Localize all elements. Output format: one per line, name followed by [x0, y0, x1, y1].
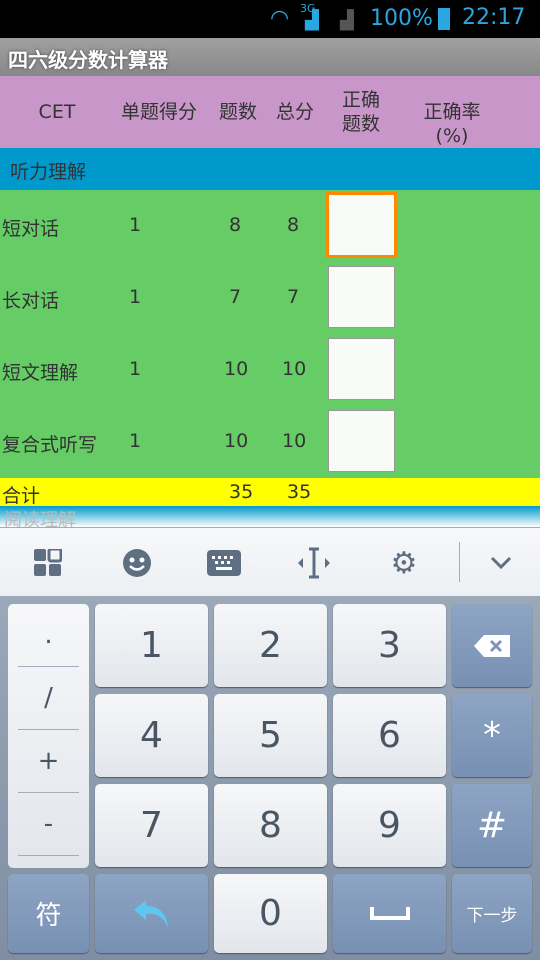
settings-icon[interactable]: ⚙: [387, 546, 421, 581]
chevron-down-icon[interactable]: [484, 546, 518, 580]
key-hash[interactable]: #: [452, 784, 532, 867]
row-total: 10: [282, 358, 307, 380]
cursor-move-icon[interactable]: [297, 546, 331, 580]
table-row: 长对话 1 7 7: [0, 262, 540, 334]
signal-off-icon: ▟: [340, 10, 354, 31]
key-minus[interactable]: -: [18, 793, 79, 856]
key-5[interactable]: 5: [214, 694, 327, 777]
correct-input[interactable]: [326, 192, 397, 258]
row-count: 10: [224, 358, 249, 380]
grid-icon[interactable]: [31, 546, 65, 580]
key-3[interactable]: 3: [333, 604, 446, 687]
key-plus[interactable]: +: [18, 730, 79, 793]
total-label: 合计: [2, 485, 41, 507]
keyboard-toolbar: ⚙: [0, 527, 540, 596]
row-name: 长对话: [2, 290, 60, 312]
row-name: 短对话: [2, 218, 60, 240]
table-row: 短文理解 1 10 10: [0, 334, 540, 406]
col-correct: 正确 题数: [342, 88, 380, 136]
keyboard-icon[interactable]: [207, 546, 241, 580]
total-score: 35: [287, 481, 312, 503]
row-score: 1: [129, 358, 142, 380]
row-count: 8: [229, 214, 242, 236]
row-score: 1: [129, 430, 142, 452]
correct-input[interactable]: [328, 410, 395, 472]
wifi-icon: ◠: [270, 6, 290, 31]
undo-icon: [133, 899, 168, 928]
key-6[interactable]: 6: [333, 694, 446, 777]
row-count: 7: [229, 286, 242, 308]
table-row: 复合式听写 1 10 10: [0, 406, 540, 478]
key-8[interactable]: 8: [214, 784, 327, 867]
battery-icon: [438, 8, 450, 30]
key-star[interactable]: *: [452, 694, 532, 777]
total-count: 35: [229, 481, 254, 503]
col-cet: CET: [38, 101, 76, 123]
next-key[interactable]: 下一步: [452, 874, 532, 953]
table-row: 短对话 1 8 8: [0, 190, 540, 262]
signal-icon: ▟: [305, 10, 319, 31]
row-count: 10: [224, 430, 249, 452]
key-dot[interactable]: .: [18, 604, 79, 667]
undo-key[interactable]: [95, 874, 208, 953]
key-0[interactable]: 0: [214, 874, 327, 953]
section-reading: 阅读理解: [0, 506, 540, 527]
divider: [459, 542, 460, 582]
col-unit-score: 单题得分: [120, 101, 198, 123]
col-total: 总分: [275, 101, 315, 123]
row-name: 复合式听写: [2, 434, 98, 456]
row-score: 1: [129, 214, 142, 236]
key-4[interactable]: 4: [95, 694, 208, 777]
correct-input[interactable]: [328, 266, 395, 328]
row-total: 8: [287, 214, 300, 236]
total-row: 合计 35 35: [0, 478, 540, 507]
clock: 22:17: [462, 5, 526, 30]
app-title: 四六级分数计算器: [0, 38, 540, 76]
backspace-key[interactable]: [452, 604, 532, 687]
listening-rows: 短对话 1 8 8 长对话 1 7 7 短文理解 1 10 10 复合式听写 1…: [0, 190, 540, 478]
key-7[interactable]: 7: [95, 784, 208, 867]
section-listening: 听力理解: [0, 148, 540, 190]
symbols-key[interactable]: 符: [8, 874, 89, 953]
col-count: 题数: [218, 101, 258, 123]
col-rate: 正确率(%): [423, 101, 481, 147]
row-total: 7: [287, 286, 300, 308]
table-header: CET 单题得分 题数 总分 正确 题数 正确率(%): [0, 76, 540, 148]
row-score: 1: [129, 286, 142, 308]
col-correct-line2: 题数: [341, 113, 381, 135]
battery-percent: 100%: [370, 6, 433, 31]
col-correct-line1: 正确: [341, 89, 381, 111]
row-total: 10: [282, 430, 307, 452]
key-2[interactable]: 2: [214, 604, 327, 687]
key-9[interactable]: 9: [333, 784, 446, 867]
row-name: 短文理解: [2, 362, 79, 384]
backspace-icon: [474, 634, 510, 657]
status-bar: ◠ 3G ▟ ▟ 100% 22:17: [0, 0, 540, 38]
key-slash[interactable]: /: [18, 667, 79, 730]
correct-input[interactable]: [328, 338, 395, 400]
emoji-icon[interactable]: [120, 546, 154, 580]
space-icon: [369, 906, 410, 920]
space-key[interactable]: [333, 874, 446, 953]
symbol-column[interactable]: . / + -: [8, 604, 89, 868]
key-1[interactable]: 1: [95, 604, 208, 687]
